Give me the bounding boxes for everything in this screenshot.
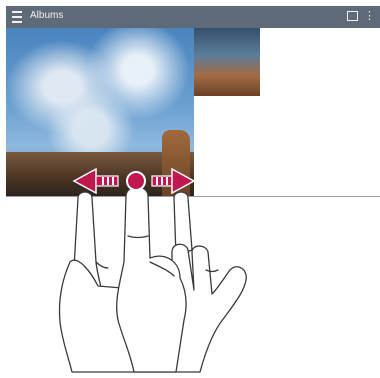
touch-point-icon (126, 171, 146, 191)
hand-icon (58, 186, 247, 373)
swipe-gesture-illustration (58, 167, 247, 373)
